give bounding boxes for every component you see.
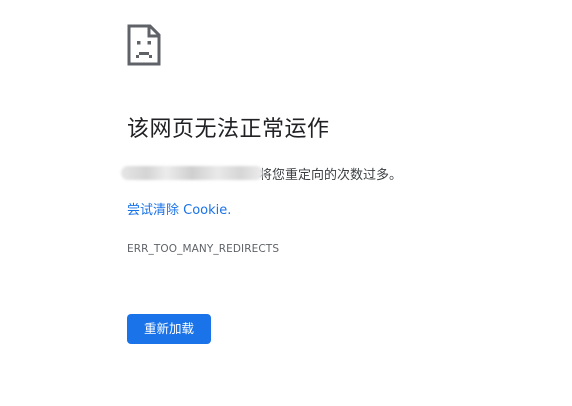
suggestion-period: . [227, 203, 232, 218]
redacted-hostname [121, 166, 263, 180]
error-description: 将您重定向的次数过多。 [121, 163, 402, 183]
page-title: 该网页无法正常运作 [127, 117, 330, 142]
clear-cookies-link[interactable]: 尝试清除 Cookie [127, 203, 227, 218]
error-description-text: 将您重定向的次数过多。 [259, 167, 403, 183]
suggestion: 尝试清除 Cookie. [127, 202, 231, 220]
reload-button[interactable]: 重新加载 [127, 314, 211, 344]
error-code: ERR_TOO_MANY_REDIRECTS [127, 243, 280, 255]
sad-page-icon [127, 24, 161, 66]
